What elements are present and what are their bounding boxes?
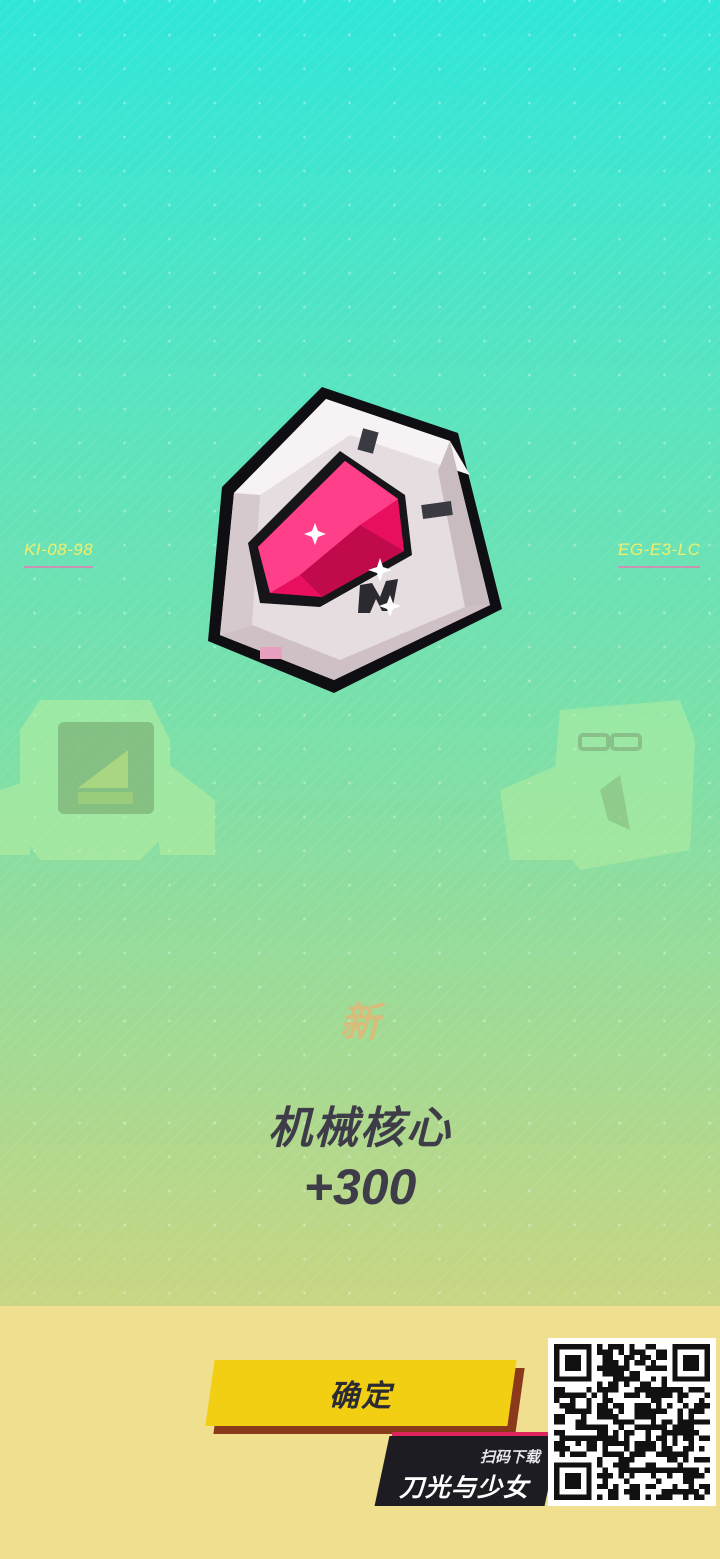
reward-item-name: 机械核心 (268, 1103, 452, 1154)
left-code-tag: KI-08-98 (24, 540, 94, 568)
promo-scan-text: 扫码下载 (479, 1448, 540, 1466)
new-item-badge: 新 (340, 1000, 380, 1046)
right-robot-silhouette (500, 700, 695, 870)
mech-core-gem-icon (208, 387, 502, 693)
qr-code-pattern (554, 1344, 710, 1500)
confirm-button-label: 确定 (329, 1379, 393, 1414)
promo-game-title: 刀光与少女 (398, 1473, 529, 1502)
reward-amount: +300 (303, 1159, 417, 1215)
confirm-button[interactable]: 确定 (205, 1360, 517, 1426)
right-code-tag: EG-E3-LC (618, 540, 701, 568)
left-robot-silhouette (0, 700, 215, 860)
qr-code-icon[interactable] (548, 1338, 716, 1506)
